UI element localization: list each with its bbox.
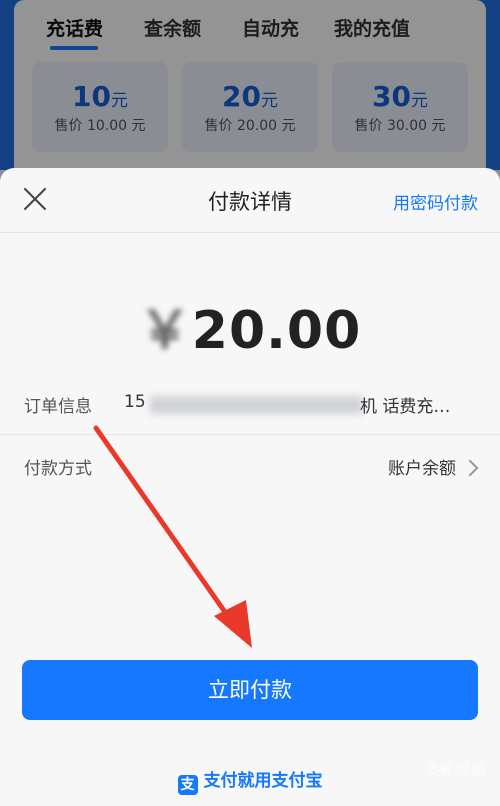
order-info-prefix: 15	[124, 392, 146, 412]
order-info-label: 订单信息	[24, 397, 92, 417]
order-info-row: 订单信息 15 机 话费充…	[0, 376, 500, 432]
divider	[0, 434, 500, 435]
pay-now-button[interactable]: 立即付款	[22, 660, 478, 720]
order-info-redacted	[150, 396, 362, 414]
alipay-logo-icon: 支	[177, 775, 198, 795]
amount-blur: ￥	[138, 301, 192, 361]
password-pay-link[interactable]: 用密码付款	[393, 189, 478, 214]
baidu-watermark: Bai 经验	[427, 760, 486, 778]
order-info-suffix: 机 话费充…	[360, 397, 451, 417]
payment-sheet: 付款详情 用密码付款 ￥20.00 订单信息 15 机 话费充… 付款方式 账户…	[0, 168, 500, 806]
alipay-footer: 支支付就用支付宝	[0, 766, 500, 795]
sheet-header: 付款详情 用密码付款	[0, 168, 500, 232]
chevron-right-icon	[461, 459, 479, 477]
payment-method-row[interactable]: 付款方式 账户余额	[0, 438, 500, 494]
payment-method-label: 付款方式	[24, 459, 92, 479]
payment-method-value: 账户余额	[388, 459, 456, 479]
payment-amount: ￥20.00	[138, 301, 362, 361]
divider	[0, 232, 500, 233]
